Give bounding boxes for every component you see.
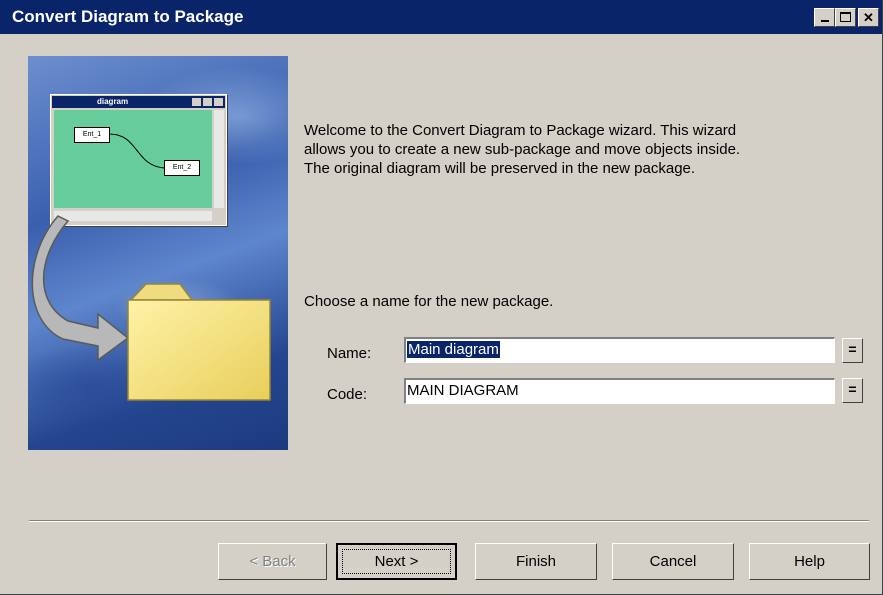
code-equals-button[interactable]: = [842,378,863,403]
package-name-prompt: Choose a name for the new package. [304,293,554,310]
wizard-window: Convert Diagram to Package ✕ diagram Ent… [0,0,883,595]
close-icon: ✕ [863,10,874,25]
title-bar[interactable]: Convert Diagram to Package ✕ [0,0,882,34]
button-separator [29,520,869,522]
name-equals-button[interactable]: = [842,338,863,363]
maximize-icon [840,12,851,22]
code-label: Code: [327,386,367,403]
wizard-intro-text: Welcome to the Convert Diagram to Packag… [304,122,741,177]
next-button[interactable]: Next > [336,543,457,580]
maximize-button[interactable] [835,8,856,27]
folder-icon [127,283,271,401]
code-field[interactable]: MAIN DIAGRAM [404,378,835,404]
help-button[interactable]: Help [749,543,870,580]
window-title: Convert Diagram to Package [12,7,244,26]
minimize-button[interactable] [814,8,835,27]
code-field-value: MAIN DIAGRAM [407,382,519,399]
minimize-icon [820,20,829,22]
wizard-illustration: diagram Ent_1 Ent_2 [28,56,288,450]
close-button[interactable]: ✕ [858,8,879,27]
back-button[interactable]: < Back [218,543,327,580]
cancel-button[interactable]: Cancel [612,543,734,580]
name-field[interactable]: Main diagram [404,337,835,363]
finish-button[interactable]: Finish [475,543,597,580]
name-field-value: Main diagram [407,341,500,358]
name-label: Name: [327,345,371,362]
code-label-text: Code: [327,386,368,403]
name-label-text: Name: [327,345,372,362]
